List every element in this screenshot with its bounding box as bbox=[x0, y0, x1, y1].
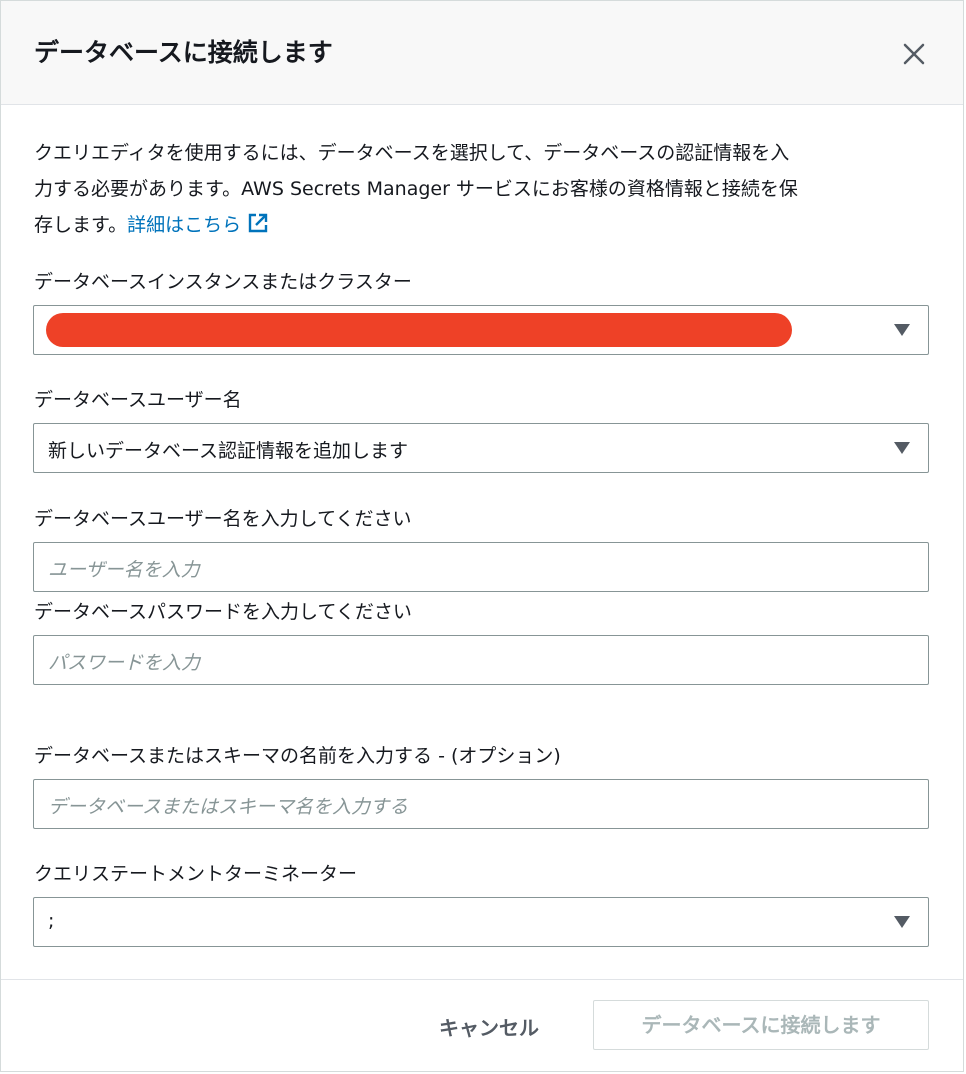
terminator-label: クエリステートメントターミネーター bbox=[34, 863, 358, 885]
external-link-icon bbox=[247, 210, 269, 246]
username-placeholder: ユーザー名を入力 bbox=[48, 559, 200, 581]
cancel-button[interactable]: キャンセル bbox=[413, 1012, 565, 1042]
caret-down-icon bbox=[894, 916, 910, 928]
password-input[interactable]: パスワードを入力 bbox=[33, 635, 929, 685]
schema-label: データベースまたはスキーマの名前を入力する - (オプション) bbox=[34, 745, 561, 767]
intro-line-2: 力する必要があります。AWS Secrets Manager サービスにお客様の… bbox=[34, 178, 798, 200]
username-mode-value: 新しいデータベース認証情報を追加します bbox=[48, 440, 409, 462]
connect-database-dialog: データベースに接続します クエリエディタを使用するには、データベースを選択して、… bbox=[0, 0, 964, 1072]
username-mode-select[interactable]: 新しいデータベース認証情報を追加します bbox=[33, 423, 929, 473]
username-label: データベースユーザー名を入力してください bbox=[34, 508, 412, 530]
intro-text: クエリエディタを使用するには、データベースを選択して、データベースの認証情報を入… bbox=[34, 135, 929, 246]
connect-button[interactable]: データベースに接続します bbox=[593, 1000, 929, 1050]
learn-more-label: 詳細はこちら bbox=[127, 214, 242, 236]
dialog-header: データベースに接続します bbox=[1, 1, 963, 105]
terminator-value: ; bbox=[48, 910, 55, 932]
caret-down-icon bbox=[894, 442, 910, 454]
schema-placeholder: データベースまたはスキーマ名を入力する bbox=[48, 796, 409, 818]
instance-label: データベースインスタンスまたはクラスター bbox=[34, 271, 412, 293]
caret-down-icon bbox=[894, 324, 910, 336]
terminator-select[interactable]: ; bbox=[33, 897, 929, 947]
intro-line-1: クエリエディタを使用するには、データベースを選択して、データベースの認証情報を入 bbox=[34, 142, 790, 164]
password-placeholder: パスワードを入力 bbox=[48, 652, 201, 674]
intro-line-3: 存します。 bbox=[34, 214, 128, 236]
instance-select[interactable] bbox=[33, 305, 929, 355]
password-label: データベースパスワードを入力してください bbox=[34, 601, 412, 623]
close-icon bbox=[903, 43, 925, 65]
dialog-footer: キャンセル データベースに接続します bbox=[1, 979, 963, 1072]
username-input[interactable]: ユーザー名を入力 bbox=[33, 542, 929, 592]
dialog-title: データベースに接続します bbox=[34, 38, 333, 67]
schema-input[interactable]: データベースまたはスキーマ名を入力する bbox=[33, 779, 929, 829]
close-button[interactable] bbox=[897, 37, 931, 71]
redacted-value bbox=[46, 313, 792, 347]
username-mode-label: データベースユーザー名 bbox=[34, 389, 242, 411]
learn-more-link[interactable]: 詳細はこちら bbox=[127, 213, 269, 236]
